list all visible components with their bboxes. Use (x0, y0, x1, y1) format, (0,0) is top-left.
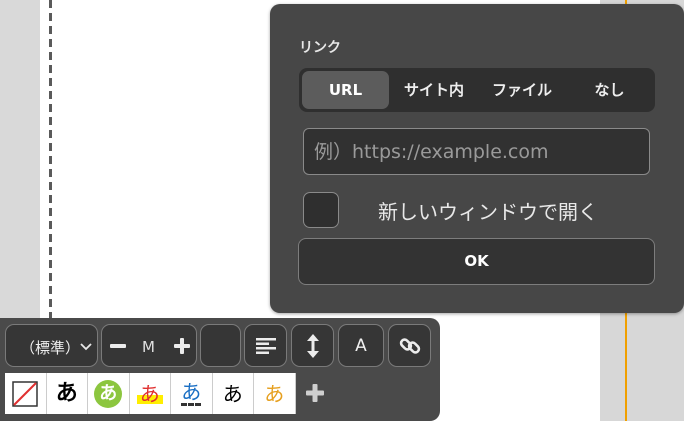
font-label: A (355, 336, 367, 356)
style-green-glyph: あ (94, 379, 123, 408)
ok-button[interactable]: OK (298, 238, 655, 285)
minus-icon[interactable] (109, 339, 127, 353)
align-button[interactable] (244, 324, 287, 367)
chevron-down-icon (80, 343, 92, 351)
style-black-glyph: あ (222, 381, 243, 406)
new-window-checkbox[interactable] (303, 192, 339, 228)
tab-file[interactable]: ファイル (479, 71, 565, 109)
panel-title: リンク (299, 40, 341, 56)
style-orange[interactable]: あ (254, 373, 296, 414)
tab-none[interactable]: なし (567, 71, 652, 109)
no-style-icon (12, 380, 38, 407)
style-none[interactable] (5, 373, 47, 414)
line-height-button[interactable] (291, 324, 334, 367)
style-blue-glyph: あ (181, 379, 202, 406)
style-yellow-marker[interactable]: あ (129, 373, 171, 414)
plus-icon[interactable] (173, 337, 191, 355)
url-input[interactable] (303, 128, 650, 175)
style-orange-glyph: あ (264, 381, 285, 406)
tab-site[interactable]: サイト内 (391, 71, 477, 109)
align-left-icon (256, 338, 276, 354)
vertical-arrows-icon (307, 334, 319, 358)
format-toolbar: （標準） M A あ あ あ あ あ あ (0, 318, 440, 421)
link-popup: リンク URL サイト内 ファイル なし 新しいウィンドウで開く OK (270, 4, 684, 313)
size-select-value: （標準） (20, 339, 81, 357)
text-color-button[interactable] (200, 324, 241, 367)
link-type-tabs: URL サイト内 ファイル なし (299, 68, 655, 112)
text-style-presets: あ あ あ あ あ あ (5, 373, 296, 414)
style-outlined-glyph: あ (55, 380, 78, 406)
font-button[interactable]: A (338, 324, 384, 367)
link-icon (399, 338, 421, 354)
style-blue-underline[interactable]: あ (171, 373, 213, 414)
link-button[interactable] (388, 324, 431, 367)
tab-url[interactable]: URL (302, 71, 389, 109)
style-yellow-glyph: あ (136, 383, 163, 404)
new-window-label: 新しいウィンドウで開く (378, 200, 598, 224)
plus-icon[interactable] (300, 376, 330, 410)
style-plain-black[interactable]: あ (212, 373, 254, 414)
text-size-select[interactable]: （標準） (5, 324, 98, 367)
style-outlined[interactable]: あ (46, 373, 88, 414)
current-size-label: M (142, 338, 155, 356)
style-green-circle[interactable]: あ (88, 373, 130, 414)
size-stepper: M (101, 324, 197, 367)
